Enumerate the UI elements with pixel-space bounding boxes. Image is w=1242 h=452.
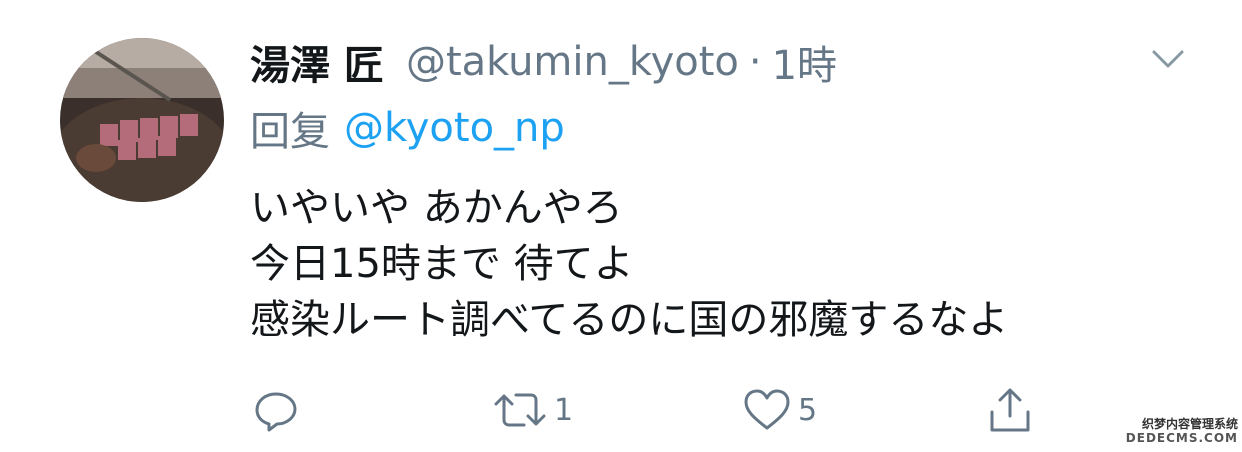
chevron-down-icon[interactable]	[1148, 44, 1188, 74]
reply-button[interactable]	[252, 384, 300, 436]
like-button[interactable]: 5	[742, 384, 817, 436]
share-button[interactable]	[986, 384, 1034, 436]
timestamp[interactable]: 1時	[772, 33, 837, 91]
watermark-domain: DEDECMS.COM	[1125, 431, 1238, 446]
retweet-button[interactable]: 1	[492, 384, 573, 436]
retweet-count: 1	[554, 392, 574, 428]
tweet-text: いやいや あかんやろ 今日15時まで 待てよ 感染ルート調べてるのに国の邪魔する…	[250, 180, 1210, 348]
display-name[interactable]: 湯澤 匠	[250, 33, 384, 91]
tweet-header: 湯澤 匠 @takumin_kyoto · 1時	[250, 34, 837, 90]
like-count: 5	[798, 392, 818, 428]
tweet-text-line: 今日15時まで 待てよ	[250, 241, 634, 287]
reply-label: 回复	[250, 109, 330, 155]
tweet-text-line: いやいや あかんやろ	[250, 185, 623, 231]
tweet[interactable]: 湯澤 匠 @takumin_kyoto · 1時 回复 @kyoto_np いや…	[0, 0, 1242, 452]
action-bar: 1 5	[250, 384, 1050, 436]
reply-mention-link[interactable]: @kyoto_np	[344, 105, 565, 151]
reply-icon	[255, 392, 297, 432]
retweet-icon	[494, 393, 546, 427]
reply-context: 回复 @kyoto_np	[250, 100, 565, 156]
watermark: 织梦内容管理系统 DEDECMS.COM	[1126, 418, 1238, 446]
watermark-title: 织梦内容管理系统	[1141, 417, 1238, 432]
avatar[interactable]	[60, 38, 224, 202]
separator-dot: ·	[748, 39, 762, 85]
tweet-text-line: 感染ルート調べてるのに国の邪魔するなよ	[250, 297, 1009, 343]
share-icon	[990, 388, 1030, 432]
user-handle[interactable]: @takumin_kyoto	[406, 39, 739, 85]
heart-icon	[744, 389, 790, 430]
